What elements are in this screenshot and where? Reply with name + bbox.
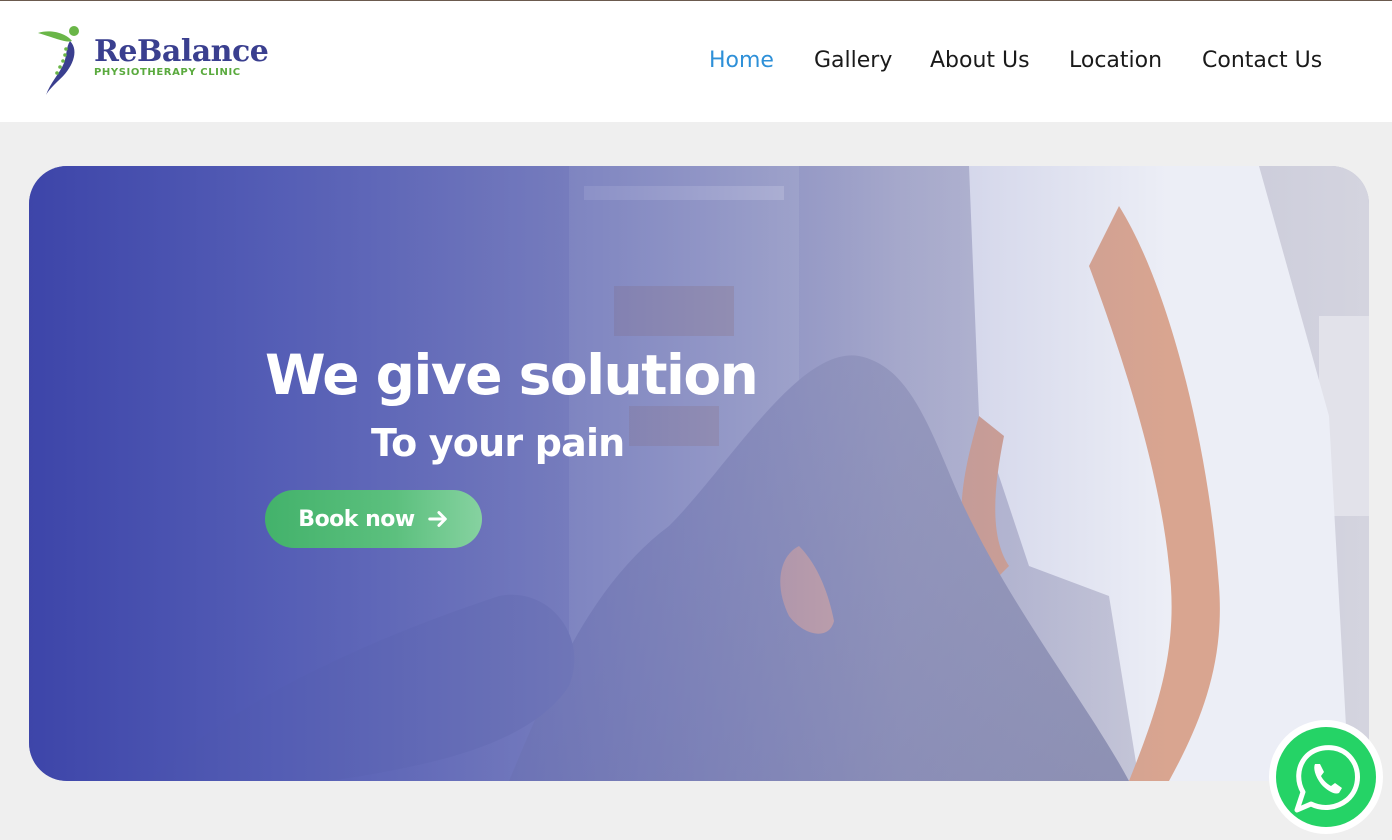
hero-title: We give solution xyxy=(265,343,759,407)
book-now-label: Book now xyxy=(298,506,415,532)
nav-gallery[interactable]: Gallery xyxy=(814,45,892,77)
arrow-right-icon xyxy=(427,511,447,527)
hero-banner: We give solution To your pain Book now xyxy=(29,166,1369,781)
main-nav: Home Gallery About Us Location Contact U… xyxy=(0,45,1392,79)
nav-about-us[interactable]: About Us xyxy=(930,45,1030,77)
hero-subtitle: To your pain xyxy=(371,421,625,465)
nav-contact-us[interactable]: Contact Us xyxy=(1202,45,1322,77)
whatsapp-icon xyxy=(1269,720,1383,834)
hero-gradient-overlay xyxy=(29,166,1369,781)
book-now-button[interactable]: Book now xyxy=(265,490,482,548)
whatsapp-chat-button[interactable] xyxy=(1267,718,1385,836)
nav-home[interactable]: Home xyxy=(709,45,774,77)
nav-location[interactable]: Location xyxy=(1069,45,1162,77)
site-header: ReBalance PHYSIOTHERAPY CLINIC Home Gall… xyxy=(0,1,1392,122)
